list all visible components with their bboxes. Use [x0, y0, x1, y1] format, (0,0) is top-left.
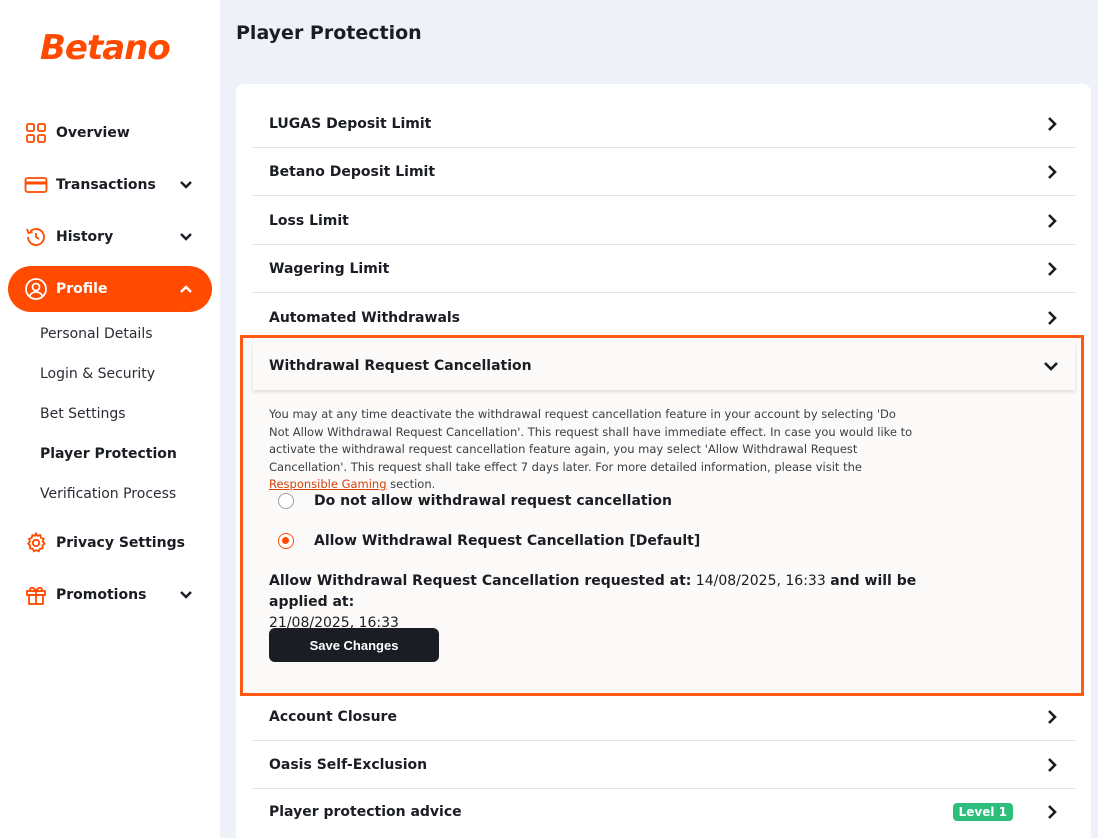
sidebar-subitem-login-security[interactable]: Login & Security	[40, 366, 155, 382]
description-end: section.	[386, 477, 436, 491]
betano-logo[interactable]: Betano	[40, 28, 171, 68]
sidebar-item-label: Transactions	[56, 177, 156, 193]
sidebar-item-profile[interactable]: Profile	[8, 266, 212, 312]
row-label: LUGAS Deposit Limit	[269, 115, 432, 132]
row-betano-deposit-limit[interactable]: Betano Deposit Limit	[253, 148, 1075, 196]
row-label: Oasis Self-Exclusion	[269, 756, 428, 773]
row-wagering-limit[interactable]: Wagering Limit	[253, 245, 1075, 293]
chevron-right-icon	[1048, 214, 1057, 228]
chevron-right-icon	[1048, 117, 1057, 131]
sidebar-item-promotions[interactable]: Promotions	[8, 572, 212, 618]
gift-icon	[24, 583, 48, 607]
radio-button-checked[interactable]	[278, 533, 294, 549]
chevron-right-icon	[1048, 165, 1057, 179]
chevron-down-icon	[1044, 362, 1058, 371]
responsible-gaming-link[interactable]: Responsible Gaming	[269, 477, 387, 491]
chevron-right-icon	[1048, 805, 1057, 819]
row-label: Withdrawal Request Cancellation	[269, 358, 532, 374]
row-label: Betano Deposit Limit	[269, 163, 436, 180]
sidebar-item-label: Privacy Settings	[56, 535, 185, 551]
sidebar-subitem-verification-process[interactable]: Verification Process	[40, 486, 176, 502]
page-title: Player Protection	[236, 22, 422, 44]
cancellation-status: Allow Withdrawal Request Cancellation re…	[269, 571, 929, 634]
radio-label: Do not allow withdrawal request cancella…	[314, 493, 672, 509]
row-account-closure[interactable]: Account Closure	[253, 693, 1075, 741]
row-lugas-deposit-limit[interactable]: LUGAS Deposit Limit	[253, 100, 1075, 148]
row-label: Player protection advice	[269, 804, 462, 820]
sidebar-subitem-bet-settings[interactable]: Bet Settings	[40, 406, 126, 422]
option-do-not-allow[interactable]: Do not allow withdrawal request cancella…	[278, 493, 672, 509]
level-badge: Level 1	[952, 803, 1013, 821]
card-icon	[24, 173, 48, 197]
radio-label: Allow Withdrawal Request Cancellation [D…	[314, 533, 701, 549]
description-text: You may at any time deactivate the withd…	[269, 407, 913, 474]
radio-button[interactable]	[278, 493, 294, 509]
chevron-right-icon	[1048, 710, 1057, 724]
chevron-down-icon[interactable]	[178, 587, 194, 603]
sidebar-item-privacy-settings[interactable]: Privacy Settings	[8, 520, 212, 566]
sidebar-item-transactions[interactable]: Transactions	[8, 162, 212, 208]
grid-icon	[24, 121, 48, 145]
sidebar-item-overview[interactable]: Overview	[8, 110, 212, 156]
withdrawal-cancellation-description: You may at any time deactivate the withd…	[269, 406, 919, 494]
chevron-up-icon[interactable]	[178, 281, 194, 297]
chevron-down-icon[interactable]	[178, 177, 194, 193]
row-label: Wagering Limit	[269, 260, 390, 277]
gear-icon	[24, 531, 48, 555]
row-withdrawal-request-cancellation[interactable]: Withdrawal Request Cancellation	[253, 342, 1075, 390]
sidebar: Betano Overview Transactions History Pro…	[0, 0, 220, 838]
row-oasis-self-exclusion[interactable]: Oasis Self-Exclusion	[253, 741, 1075, 789]
requested-at: 14/08/2025, 16:33	[691, 573, 831, 589]
sidebar-subitem-personal-details[interactable]: Personal Details	[40, 326, 153, 342]
sidebar-item-label: Profile	[56, 281, 108, 297]
row-label: Account Closure	[269, 708, 397, 725]
option-allow-default[interactable]: Allow Withdrawal Request Cancellation [D…	[278, 533, 700, 549]
sidebar-subitem-player-protection[interactable]: Player Protection	[40, 446, 177, 462]
chevron-down-icon[interactable]	[178, 229, 194, 245]
sidebar-item-label: Overview	[56, 125, 130, 141]
sidebar-item-history[interactable]: History	[8, 214, 212, 260]
row-player-protection-advice[interactable]: Player protection advice Level 1	[253, 788, 1075, 836]
row-loss-limit[interactable]: Loss Limit	[253, 197, 1075, 245]
chevron-right-icon	[1048, 758, 1057, 772]
status-prefix: Allow Withdrawal Request Cancellation re…	[269, 573, 692, 589]
sidebar-item-label: Promotions	[56, 587, 147, 603]
user-icon	[24, 277, 48, 301]
sidebar-item-label: History	[56, 229, 114, 245]
chevron-right-icon	[1048, 262, 1057, 276]
row-label: Automated Withdrawals	[269, 309, 461, 326]
save-changes-button[interactable]: Save Changes	[269, 628, 439, 662]
history-icon	[24, 225, 48, 249]
row-label: Loss Limit	[269, 212, 349, 229]
chevron-right-icon	[1048, 311, 1057, 325]
